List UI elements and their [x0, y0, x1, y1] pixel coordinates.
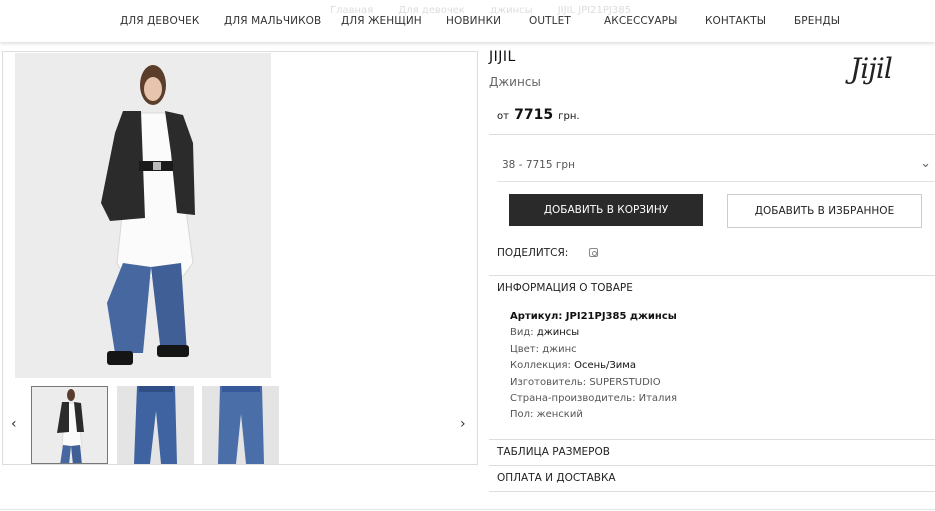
payment-delivery-header[interactable]: ОПЛАТА И ДОСТАВКА	[497, 472, 616, 484]
price: от 7715 грн.	[497, 107, 580, 123]
brand-name[interactable]: JIJIL	[489, 49, 516, 65]
nav-item-boys[interactable]: ДЛЯ МАЛЬЧИКОВ	[224, 15, 321, 27]
divider	[489, 275, 935, 276]
price-currency: грн.	[558, 111, 580, 122]
size-table-header[interactable]: ТАБЛИЦА РАЗМЕРОВ	[497, 446, 610, 458]
nav-item-women[interactable]: ДЛЯ ЖЕНЩИН	[341, 15, 422, 27]
price-amount: 7715	[514, 107, 554, 123]
add-to-favorites-button[interactable]: ДОБАВИТЬ В ИЗБРАННОЕ	[727, 194, 922, 228]
price-prefix: от	[497, 111, 509, 122]
size-select[interactable]: 38 - 7715 грн ⌄	[497, 150, 935, 182]
collection-link[interactable]: Осень/Зима	[574, 360, 636, 371]
divider	[489, 134, 935, 135]
divider	[489, 491, 935, 492]
nav-item-accessories[interactable]: АКСЕССУАРЫ	[604, 15, 677, 27]
nav-item-girls[interactable]: ДЛЯ ДЕВОЧЕК	[120, 15, 199, 27]
gender-line: Пол: женский	[510, 409, 583, 420]
instagram-icon[interactable]	[589, 248, 598, 257]
nav-item-outlet[interactable]: OUTLET	[529, 15, 571, 27]
chevron-down-icon: ⌄	[920, 156, 931, 171]
thumbnail-1[interactable]	[31, 386, 108, 464]
type-line: Вид: джинсы	[510, 327, 580, 338]
nav-item-contacts[interactable]: КОНТАКТЫ	[705, 15, 766, 27]
footer-divider	[0, 509, 935, 510]
color-line: Цвет: джинс	[510, 344, 577, 355]
maker-line: Изготовитель: SUPERSTUDIO	[510, 377, 661, 388]
divider	[489, 439, 935, 440]
country-line: Страна-производитель: Италия	[510, 393, 677, 404]
brand-logo[interactable]: Jijil	[850, 52, 893, 85]
size-select-value: 38 - 7715 грн	[502, 159, 575, 171]
article-line: Артикул: JPI21PJ385 джинсы	[510, 311, 677, 322]
product-gallery: ‹ ›	[2, 51, 478, 465]
thumbnail-2[interactable]	[117, 386, 194, 464]
main-product-image[interactable]	[15, 53, 271, 378]
collection-line: Коллекция: Осень/Зима	[510, 360, 636, 371]
thumbnail-3[interactable]	[202, 386, 279, 464]
top-navigation: Главная Для девочек джинсы JIJIL JPI21PJ…	[0, 0, 935, 42]
divider	[489, 465, 935, 466]
type-link[interactable]: джинсы	[537, 327, 579, 338]
share-label: ПОДЕЛИТСЯ:	[497, 247, 569, 259]
product-category: Джинсы	[489, 75, 541, 89]
nav-item-new[interactable]: НОВИНКИ	[446, 15, 501, 27]
chevron-left-icon[interactable]: ‹	[11, 416, 17, 432]
nav-item-brands[interactable]: БРЕНДЫ	[794, 15, 840, 27]
chevron-right-icon[interactable]: ›	[460, 416, 466, 432]
add-to-cart-button[interactable]: ДОБАВИТЬ В КОРЗИНУ	[509, 194, 703, 226]
product-info-header[interactable]: ИНФОРМАЦИЯ О ТОВАРЕ	[497, 282, 633, 294]
